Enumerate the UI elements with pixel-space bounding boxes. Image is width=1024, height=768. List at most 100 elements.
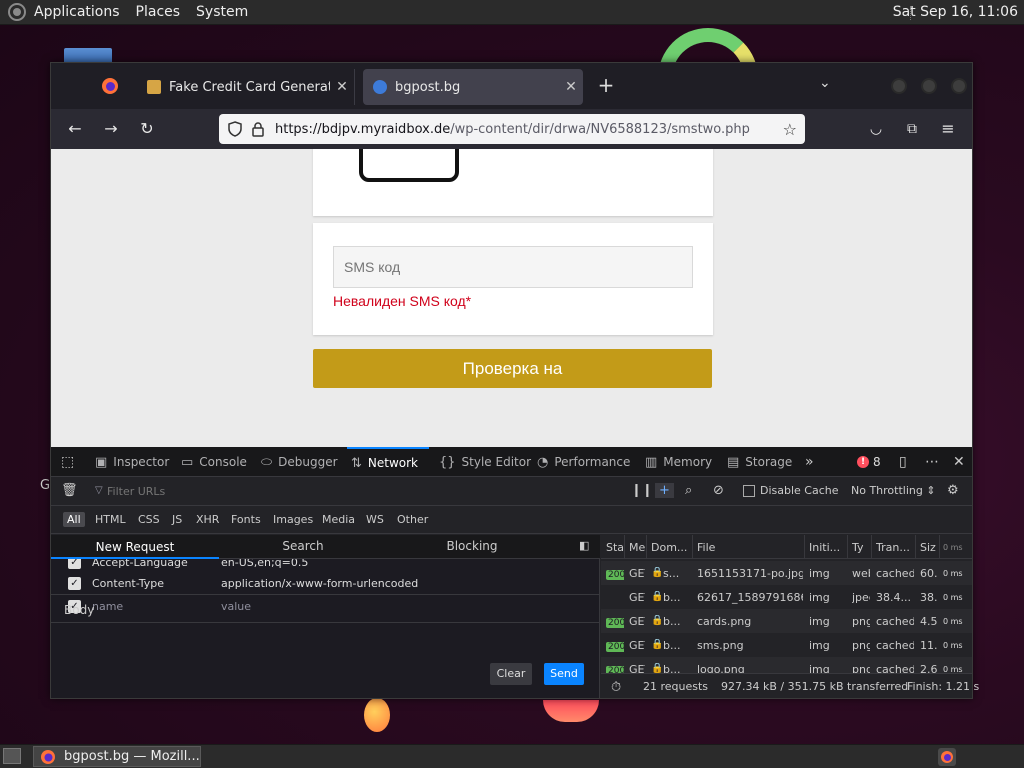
clear-button[interactable]: Clear: [490, 663, 532, 685]
header-checkbox[interactable]: ✓: [68, 576, 81, 590]
hamburger-menu-icon[interactable]: ≡: [936, 118, 960, 140]
more-tools-chevron-icon[interactable]: »: [805, 454, 814, 470]
cell-initiator: img: [809, 567, 830, 580]
col-method[interactable]: Me: [629, 541, 645, 554]
tracking-protection-shield-icon[interactable]: [227, 121, 243, 137]
search-icon[interactable]: ⌕: [685, 483, 692, 498]
pause-icon[interactable]: ❙❙: [631, 483, 653, 498]
menu-system[interactable]: System: [196, 4, 248, 20]
col-initiator[interactable]: Initi...: [809, 541, 845, 554]
tab-network[interactable]: ⇅ Network: [347, 447, 429, 477]
close-tab-icon[interactable]: ✕: [559, 79, 583, 95]
minimize-button[interactable]: [891, 78, 907, 94]
col-size[interactable]: Siz: [920, 541, 938, 554]
bookmark-star-icon[interactable]: ☆: [783, 120, 797, 139]
tab-inspector[interactable]: ▣ Inspector: [95, 447, 169, 477]
tab-label: Console: [199, 455, 247, 469]
lock-icon: 🔒: [651, 567, 664, 578]
firefox-tray-icon[interactable]: [938, 748, 956, 766]
sms-code-input[interactable]: [333, 246, 693, 288]
filter-css[interactable]: CSS: [134, 512, 164, 527]
block-icon[interactable]: ⊘: [713, 483, 724, 498]
close-devtools-icon[interactable]: ✕: [953, 454, 965, 470]
throttling-select[interactable]: No Throttling ⇕: [851, 484, 936, 497]
col-domain[interactable]: Dom...: [651, 541, 691, 554]
menu-places[interactable]: Places: [136, 4, 181, 20]
header-name[interactable]: Accept-Language: [92, 559, 188, 569]
tab-fake-credit-card-generator[interactable]: Fake Credit Card Generator ✕: [137, 69, 355, 105]
filter-fonts[interactable]: Fonts: [227, 512, 265, 527]
settings-gear-icon[interactable]: ⚙: [947, 483, 959, 498]
tab-blocking[interactable]: Blocking: [387, 539, 557, 553]
header-row: ✓ Content-Type application/x-www-form-ur…: [51, 572, 600, 594]
toggle-sidebar-icon[interactable]: ◧: [579, 539, 589, 552]
lock-icon[interactable]: [251, 121, 265, 137]
col-status[interactable]: Sta: [606, 541, 624, 554]
filter-other[interactable]: Other: [393, 512, 432, 527]
tab-style-editor[interactable]: {} Style Editor: [439, 447, 531, 477]
col-transferred[interactable]: Tran...: [876, 541, 912, 554]
close-window-button[interactable]: [951, 78, 967, 94]
clock[interactable]: Sat Sep 16, 11:06: [893, 4, 1018, 20]
filter-xhr[interactable]: XHR: [192, 512, 223, 527]
col-file[interactable]: File: [697, 541, 797, 554]
tab-memory[interactable]: ▥ Memory: [645, 447, 712, 477]
table-row[interactable]: 🔒 200 GET b... sms.png img png cached 11.3... 0 m…: [601, 633, 972, 657]
verify-button[interactable]: Проверка на: [313, 349, 712, 388]
firefox-icon[interactable]: [101, 77, 119, 95]
filter-images[interactable]: Images: [269, 512, 317, 527]
col-type[interactable]: Ty: [852, 541, 868, 554]
tab-console[interactable]: ▭ Console: [181, 447, 247, 477]
header-name[interactable]: Content-Type: [92, 577, 164, 590]
filter-js[interactable]: JS: [168, 512, 186, 527]
dock-side-icon[interactable]: ▯: [899, 454, 907, 470]
pocket-icon[interactable]: ◡: [864, 118, 888, 140]
filter-html[interactable]: HTML: [91, 512, 130, 527]
filter-all[interactable]: All: [63, 512, 85, 527]
status-badge: 200: [606, 570, 624, 580]
new-tab-button[interactable]: +: [596, 73, 616, 97]
filter-ws[interactable]: WS: [362, 512, 388, 527]
reload-icon[interactable]: ↻: [135, 118, 159, 140]
taskbar-window-firefox[interactable]: bgpost.bg — Mozill...: [33, 746, 201, 767]
header-name-placeholder[interactable]: name: [92, 600, 123, 613]
tab-storage[interactable]: ▤ Storage: [727, 447, 792, 477]
maximize-button[interactable]: [921, 78, 937, 94]
extensions-puzzle-icon[interactable]: ⧉: [900, 118, 924, 140]
element-picker-icon[interactable]: ⬚: [61, 454, 74, 470]
disable-cache-checkbox[interactable]: Disable Cache: [743, 484, 839, 497]
tab-debugger[interactable]: ⬭ Debugger: [261, 447, 338, 477]
tab-new-request[interactable]: New Request: [51, 535, 219, 559]
send-button[interactable]: Send: [544, 663, 584, 685]
header-checkbox[interactable]: ✓: [68, 559, 81, 569]
table-row[interactable]: 🔒 200 GET b... cards.png img png cached 4.5... 0 …: [601, 609, 972, 633]
header-value[interactable]: application/x-www-form-urlencoded: [221, 577, 418, 590]
trash-icon[interactable]: 🗑: [61, 483, 78, 498]
list-all-tabs-chevron-icon[interactable]: ⌄: [819, 75, 831, 91]
distro-logo-icon[interactable]: [8, 3, 26, 21]
table-row[interactable]: 🔒 GET b... 62617_1589791686.jpg img jpeg 38.4.…: [601, 585, 972, 609]
error-count-badge[interactable]: ! 8: [857, 455, 881, 469]
more-options-icon[interactable]: ⋯: [925, 454, 939, 470]
filter-media[interactable]: Media: [318, 512, 359, 527]
new-request-plus-icon[interactable]: +: [655, 483, 674, 498]
table-row[interactable]: 🔒 200 GET s... 1651153171-po.jpg img web cached…: [601, 561, 972, 585]
forward-arrow-icon[interactable]: →: [99, 118, 123, 140]
close-tab-icon[interactable]: ✕: [330, 79, 354, 95]
cell-time: 0 ms: [943, 641, 963, 650]
header-value-placeholder[interactable]: value: [221, 600, 251, 613]
tab-label: Performance: [554, 455, 631, 469]
tab-performance[interactable]: ◔ Performance: [537, 447, 630, 477]
url-bar[interactable]: https://bdjpv.myraidbox.de/wp-content/di…: [219, 114, 805, 144]
console-icon: ▭: [181, 454, 194, 470]
col-waterfall[interactable]: 0 ms: [943, 543, 963, 552]
header-value[interactable]: en-US,en;q=0.5: [221, 559, 308, 569]
tab-bgpost[interactable]: bgpost.bg ✕: [363, 69, 583, 105]
menu-applications[interactable]: Applications: [34, 4, 120, 20]
show-desktop-icon[interactable]: [3, 748, 21, 764]
tab-search[interactable]: Search: [219, 539, 387, 553]
taskbar-window-title: bgpost.bg — Mozill...: [64, 749, 200, 764]
back-arrow-icon[interactable]: ←: [63, 118, 87, 140]
filter-urls-input[interactable]: [91, 482, 611, 500]
inspector-icon: ▣: [95, 454, 108, 470]
